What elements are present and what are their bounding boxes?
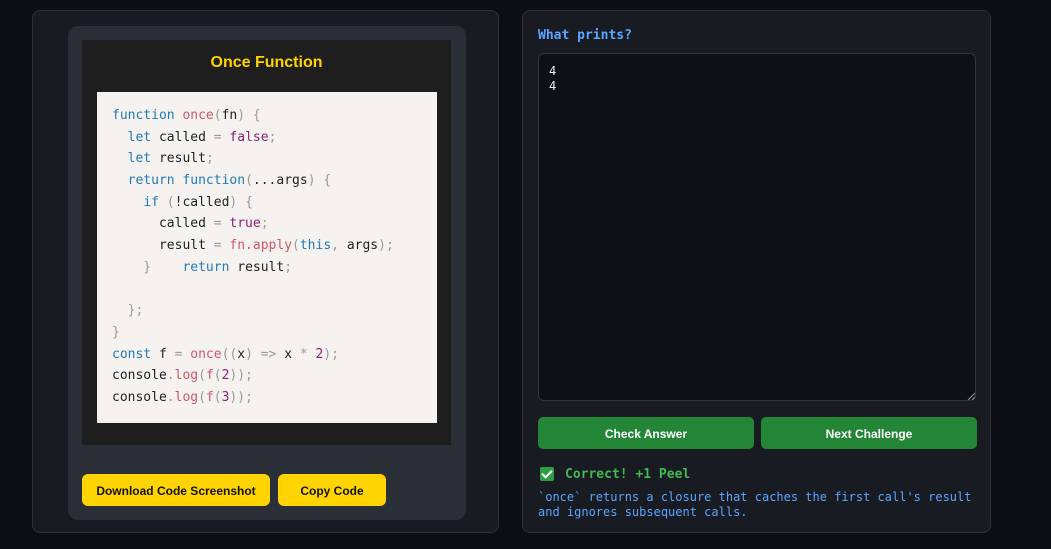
code-panel: Once Function function once(fn) { let ca… bbox=[32, 10, 499, 533]
next-challenge-button[interactable]: Next Challenge bbox=[761, 417, 977, 449]
code-block: function once(fn) { let called = false; … bbox=[97, 92, 437, 423]
copy-code-button[interactable]: Copy Code bbox=[278, 474, 386, 506]
feedback-message: Correct! +1 Peel bbox=[540, 466, 690, 482]
code-line: let result; bbox=[127, 151, 214, 167]
code-line: console.log(f(2)); bbox=[112, 368, 253, 384]
feedback-text: Correct! +1 Peel bbox=[565, 466, 691, 482]
code-line: result = fn.apply(this, args); bbox=[112, 238, 394, 254]
code-line: const f = once((x) => x * 2); bbox=[112, 346, 340, 362]
explanation-text: `once` returns a closure that caches the… bbox=[538, 490, 972, 519]
download-code-screenshot-button[interactable]: Download Code Screenshot bbox=[82, 474, 270, 506]
code-line: let called = false; bbox=[127, 129, 277, 145]
challenge-title: Once Function bbox=[210, 54, 323, 71]
code-line: }; bbox=[112, 303, 144, 319]
code-card: Once Function function once(fn) { let ca… bbox=[68, 26, 466, 520]
code-line: } bbox=[112, 324, 120, 340]
check-answer-button[interactable]: Check Answer bbox=[538, 417, 754, 449]
code-line: function once(fn) { bbox=[112, 108, 261, 123]
code-line: } return result; bbox=[112, 259, 293, 275]
code-line: called = true; bbox=[112, 216, 269, 232]
code-line: console.log(f(3)); bbox=[112, 389, 253, 405]
question-label: What prints? bbox=[538, 28, 632, 43]
code-screenshot-frame: Once Function function once(fn) { let ca… bbox=[82, 40, 451, 445]
code-line: return function(...args) { bbox=[127, 173, 332, 189]
answer-input[interactable] bbox=[538, 53, 976, 401]
code-line: if (!called) { bbox=[143, 194, 253, 210]
check-icon bbox=[540, 467, 554, 481]
quiz-panel: What prints? Check Answer Next Challenge… bbox=[522, 10, 991, 533]
